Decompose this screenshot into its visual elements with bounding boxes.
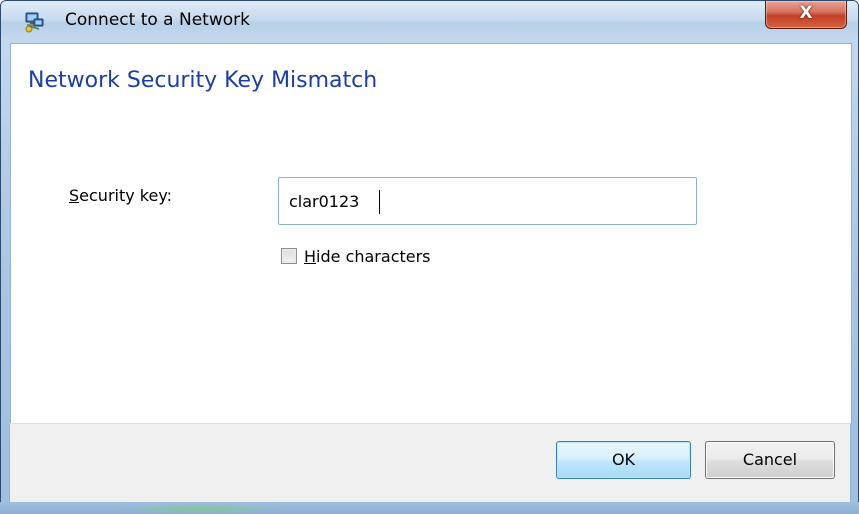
hide-characters-label-text: ide characters — [316, 246, 431, 266]
security-key-label: Security key: — [69, 186, 172, 205]
frame-glow — [120, 504, 280, 514]
security-key-label-text: ecurity key: — [79, 186, 173, 205]
dialog-content — [10, 43, 852, 424]
ok-button[interactable]: OK — [556, 441, 691, 479]
title-bar[interactable]: Connect to a Network X — [1, 1, 858, 41]
window-title: Connect to a Network — [65, 10, 250, 30]
text-caret — [379, 190, 380, 214]
page-title: Network Security Key Mismatch — [28, 68, 378, 93]
close-icon: X — [799, 3, 813, 23]
hide-characters-checkbox[interactable] — [281, 248, 297, 264]
hide-characters-label[interactable]: Hide characters — [304, 247, 431, 266]
network-connect-icon — [23, 11, 45, 33]
close-button[interactable]: X — [765, 1, 847, 29]
cancel-button[interactable]: Cancel — [705, 441, 835, 479]
security-key-input[interactable] — [278, 177, 697, 225]
hide-characters-row[interactable]: Hide characters — [281, 244, 431, 268]
security-key-accelerator: S — [69, 186, 80, 205]
hide-characters-accelerator: H — [304, 246, 317, 266]
